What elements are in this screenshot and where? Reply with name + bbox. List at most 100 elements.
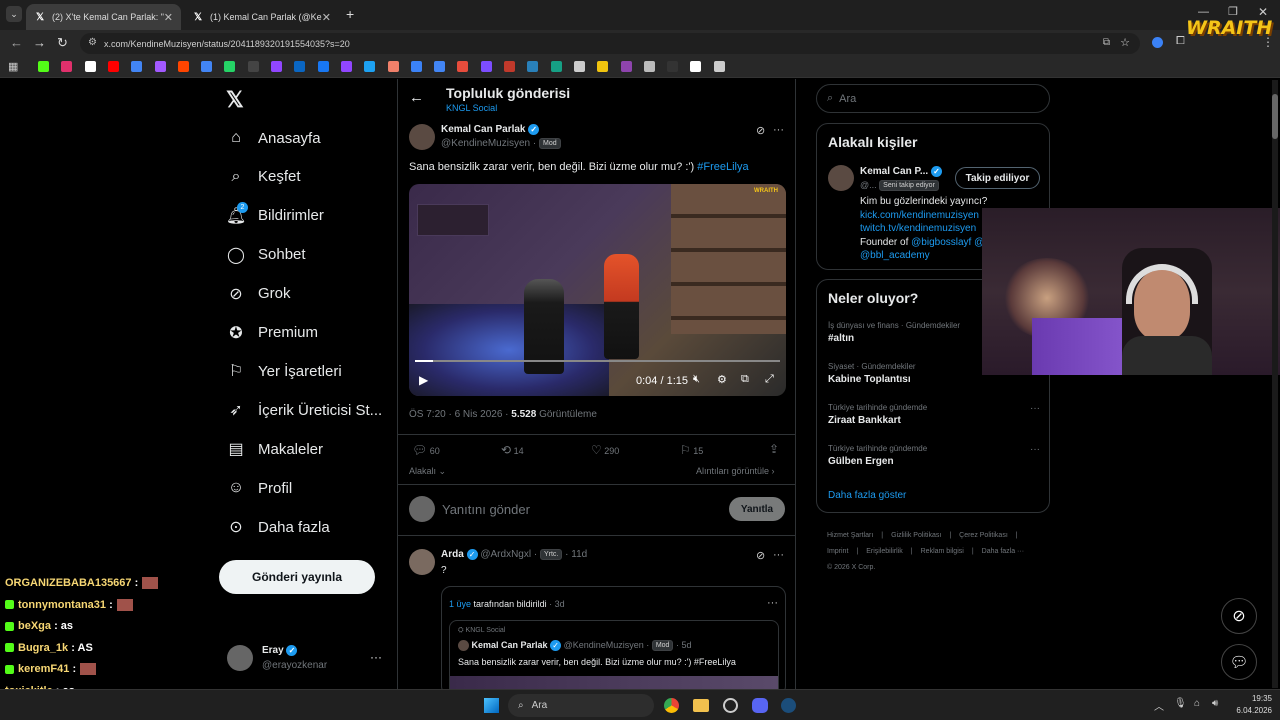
bookmark-favicon-icon[interactable] [61, 61, 73, 72]
settings-icon[interactable]: ⚙ [717, 373, 727, 386]
bookmark-favicon-icon[interactable] [690, 61, 702, 72]
bookmark-favicon-icon[interactable] [480, 61, 492, 72]
steam-icon[interactable] [781, 698, 796, 713]
scrollbar-thumb[interactable] [1272, 94, 1278, 139]
chrome-icon[interactable] [664, 698, 679, 713]
reply-input[interactable]: Yanıtını gönder [442, 502, 530, 517]
taskbar-search[interactable]: ⌕ Ara [508, 694, 654, 717]
trend-more-icon[interactable]: ··· [1030, 444, 1040, 455]
sidebar-item-0[interactable]: ⌂ Anasayfa [226, 123, 320, 153]
network-icon[interactable]: ⌂ [1194, 698, 1200, 709]
bookmark-favicon-icon[interactable] [131, 61, 143, 72]
sidebar-item-8[interactable]: ▤ Makaleler [226, 434, 323, 464]
grok-icon[interactable]: ⊘ [756, 124, 765, 137]
back-icon[interactable]: ← [10, 35, 23, 50]
footer-link[interactable]: Çerez Politikası [959, 532, 1008, 539]
bookmark-favicon-icon[interactable] [177, 61, 189, 72]
x-logo-icon[interactable]: 𝕏 [226, 87, 244, 113]
bookmark-favicon-icon[interactable] [597, 61, 609, 72]
reply-author-avatar[interactable] [409, 549, 435, 575]
bookmark-favicon-icon[interactable] [550, 61, 562, 72]
reply-more-icon[interactable]: ··· [773, 549, 784, 561]
reply-button[interactable]: Yanıtla [729, 497, 785, 521]
play-icon[interactable]: ▶ [419, 373, 428, 387]
video-progress-track[interactable] [415, 360, 780, 362]
site-info-icon[interactable]: ⚙ [88, 37, 97, 48]
trend-item[interactable]: Türkiye tarihinde gündemde Ziraat Bankkar… [828, 403, 1040, 426]
account-more-icon[interactable]: ··· [370, 650, 382, 664]
new-tab-button[interactable]: + [346, 6, 354, 22]
tab-list-button[interactable]: ⌄ [6, 6, 22, 22]
related-avatar[interactable] [828, 165, 854, 191]
post-more-icon[interactable]: ··· [773, 124, 784, 136]
windows-start-icon[interactable] [484, 698, 499, 713]
url-input[interactable]: ⚙ x.com/KendineMuzisyen/status/204118932… [80, 33, 1140, 54]
bookmark-favicon-icon[interactable] [573, 61, 585, 72]
retweet-action[interactable]: ⟲ 14 [501, 443, 524, 457]
footer-link[interactable]: Reklam bilgisi [921, 548, 964, 555]
bookmark-favicon-icon[interactable] [294, 61, 306, 72]
extension-icon[interactable] [1152, 37, 1163, 48]
bookmark-favicon-icon[interactable] [713, 61, 725, 72]
post-button[interactable]: Gönderi yayınla [219, 560, 375, 594]
install-icon[interactable]: ⧉ [1103, 37, 1110, 48]
sidebar-item-6[interactable]: ⚐ Yer İşaretleri [226, 356, 342, 386]
footer-link[interactable]: Imprint [827, 548, 848, 555]
folder-icon[interactable] [693, 699, 709, 712]
show-more-link[interactable]: Daha fazla göster [828, 490, 906, 501]
bookmark-favicon-icon[interactable] [643, 61, 655, 72]
volume-icon[interactable]: 🔊︎ [1212, 698, 1218, 709]
hashtag-link[interactable]: #FreeLilya [697, 161, 748, 173]
bookmark-favicon-icon[interactable] [38, 61, 49, 72]
sidebar-item-1[interactable]: ⌕ Keşfet [226, 162, 301, 192]
mention-link[interactable]: @bigbosslayf [911, 237, 971, 248]
discord-icon[interactable] [752, 698, 768, 713]
sidebar-item-4[interactable]: ⊘ Grok [226, 279, 290, 309]
bookmark-favicon-icon[interactable] [201, 61, 213, 72]
tray-chevron-icon[interactable]: ︿ [1154, 698, 1164, 713]
reply-author[interactable]: Arda [441, 549, 464, 560]
bookmark-favicon-icon[interactable] [364, 61, 376, 72]
report-more-icon[interactable]: ··· [767, 597, 778, 609]
related-name[interactable]: Kemal Can P... ✓ [860, 166, 942, 177]
bookmark-favicon-icon[interactable] [410, 61, 422, 72]
following-button[interactable]: Takip ediliyor [955, 167, 1040, 189]
quoted-post[interactable]: ⛭ KNGL Social Kemal Can Parlak ✓ @Kendin… [449, 620, 779, 695]
author-name[interactable]: Kemal Can Parlak ✓ [441, 124, 540, 135]
mute-icon[interactable]: 🔇︎ [693, 373, 700, 386]
footer-link[interactable]: Erişilebilirlik [866, 548, 903, 555]
grok-icon[interactable]: ⊘ [756, 549, 765, 562]
footer-link[interactable]: Gizlilik Politikası [891, 532, 941, 539]
close-icon[interactable]: ✕ [164, 11, 173, 24]
reply-action[interactable]: 💬︎ 60 [412, 443, 440, 457]
account-avatar[interactable] [227, 645, 253, 671]
bookmark-favicon-icon[interactable] [224, 61, 236, 72]
puzzle-icon[interactable]: ⧠ [1176, 35, 1185, 48]
sidebar-item-9[interactable]: ☺ Profil [226, 473, 292, 503]
bookmark-favicon-icon[interactable] [340, 61, 352, 72]
community-name[interactable]: KNGL Social [446, 103, 497, 113]
sidebar-item-10[interactable]: ⊙ Daha fazla [226, 512, 329, 542]
quotes-link[interactable]: Alıntıları görüntüle › [696, 466, 775, 476]
author-avatar[interactable] [409, 124, 435, 150]
trend-more-icon[interactable]: ··· [1030, 403, 1040, 414]
bookmark-favicon-icon[interactable] [271, 61, 282, 72]
clock-date[interactable]: 6.04.2026 [1230, 706, 1272, 715]
pip-icon[interactable]: ⧉ [741, 373, 749, 386]
grok-float-button[interactable]: ⊘ [1221, 598, 1257, 634]
bookmark-favicon-icon[interactable] [620, 61, 632, 72]
app-icon[interactable] [723, 698, 738, 713]
sidebar-item-5[interactable]: ✪ Premium [226, 318, 318, 348]
video-player[interactable]: WRAITH ▶ 0:04 / 1:15 🔇︎ ⚙ ⧉ ⤢ [409, 184, 786, 396]
bookmark-favicon-icon[interactable] [154, 61, 166, 72]
like-action[interactable]: ♡ 290 [591, 443, 619, 457]
apps-icon[interactable]: ▦ [8, 60, 18, 73]
share-icon[interactable]: ⇪ [769, 442, 779, 456]
footer-link[interactable]: Hizmet Şartları [827, 532, 873, 539]
footer-link[interactable]: Daha fazla ··· [982, 548, 1024, 555]
bookmark-favicon-icon[interactable] [504, 61, 515, 72]
bookmark-action[interactable]: ⚐ 15 [680, 443, 703, 457]
sidebar-item-7[interactable]: ➶ İçerik Üreticisi St... [226, 395, 382, 425]
bookmark-favicon-icon[interactable] [434, 61, 446, 72]
tab-inactive[interactable]: 𝕏 (1) Kemal Can Parlak (@Kendine ✕ [184, 4, 339, 30]
